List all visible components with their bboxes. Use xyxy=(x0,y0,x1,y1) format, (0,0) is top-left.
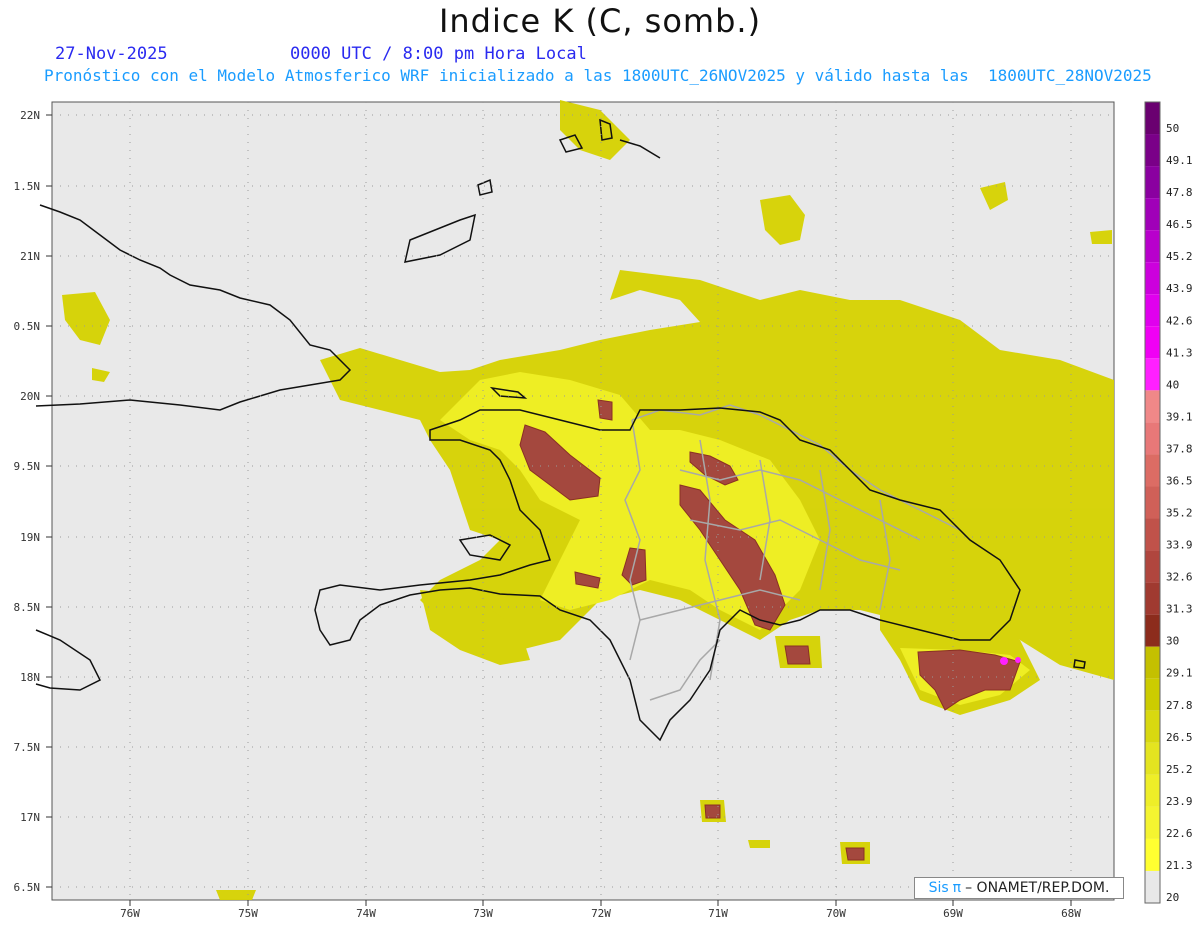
colorbar-label: 47.8 xyxy=(1166,186,1193,199)
lat-label: 1.5N xyxy=(14,180,41,193)
lon-label: 68W xyxy=(1061,907,1081,920)
colorbar-label: 46.5 xyxy=(1166,218,1193,231)
colorbar-label: 33.9 xyxy=(1166,539,1193,552)
credit-brand: Sis xyxy=(928,880,949,896)
colorbar-label: 23.9 xyxy=(1166,795,1193,808)
credit-box: Sis π – ONAMET/REP.DOM. xyxy=(914,877,1124,899)
colorbar-label: 29.1 xyxy=(1166,667,1193,680)
colorbar-swatch xyxy=(1145,294,1160,327)
lon-label: 74W xyxy=(356,907,376,920)
colorbar-label: 39.1 xyxy=(1166,410,1193,423)
colorbar-label: 40 xyxy=(1166,378,1179,391)
colorbar-swatch xyxy=(1145,550,1160,583)
longitude-labels: 76W 75W 74W 73W 72W 71W 70W 69W 68W xyxy=(120,907,1081,920)
colorbar-swatch xyxy=(1145,198,1160,231)
colorbar-swatch xyxy=(1145,134,1160,167)
lat-label: 7.5N xyxy=(14,741,41,754)
lat-label: 18N xyxy=(20,671,40,684)
colorbar-label: 50 xyxy=(1166,122,1179,135)
colorbar-label: 43.9 xyxy=(1166,282,1193,295)
colorbar-swatch xyxy=(1145,262,1160,295)
colorbar-label: 45.2 xyxy=(1166,250,1193,263)
colorbar-label: 26.5 xyxy=(1166,731,1193,744)
colorbar-swatch xyxy=(1145,742,1160,775)
colorbar-label: 49.1 xyxy=(1166,154,1193,167)
credit-pi: π xyxy=(952,880,962,896)
colorbar-swatch xyxy=(1145,774,1160,807)
colorbar-swatch xyxy=(1145,614,1160,647)
lon-label: 69W xyxy=(943,907,963,920)
colorbar-label: 42.6 xyxy=(1166,314,1193,327)
latitude-labels: 22N 1.5N 21N 0.5N 20N 9.5N 19N 8.5N 18N … xyxy=(14,109,41,894)
longitude-ticks xyxy=(129,900,1072,906)
colorbar-swatch xyxy=(1145,358,1160,391)
colorbar-label: 32.6 xyxy=(1166,571,1193,584)
colorbar-label: 36.5 xyxy=(1166,474,1193,487)
latitude-ticks xyxy=(46,114,52,888)
lon-label: 70W xyxy=(826,907,846,920)
colorbar-swatch xyxy=(1145,166,1160,199)
colorbar-label: 37.8 xyxy=(1166,442,1193,455)
lat-label: 0.5N xyxy=(14,320,41,333)
weather-map: 22N 1.5N 21N 0.5N 20N 9.5N 19N 8.5N 18N … xyxy=(14,100,1193,920)
lat-label: 21N xyxy=(20,250,40,263)
colorbar-label: 35.2 xyxy=(1166,507,1193,520)
colorbar-swatch xyxy=(1145,582,1160,615)
colorbar-swatch xyxy=(1145,518,1160,551)
colorbar-swatch xyxy=(1145,646,1160,679)
colorbar-legend: 50 49.1 47.8 46.5 45.2 43.9 42.6 41.3 40 39.1 37.8… xyxy=(1144,101,1193,904)
colorbar-swatch xyxy=(1145,838,1160,871)
colorbar-label: 30 xyxy=(1166,635,1179,648)
colorbar-swatch xyxy=(1145,806,1160,839)
colorbar-label: 22.6 xyxy=(1166,827,1193,840)
colorbar-swatch xyxy=(1145,454,1160,487)
lon-label: 76W xyxy=(120,907,140,920)
colorbar-label: 31.3 xyxy=(1166,603,1193,616)
colorbar-label: 25.2 xyxy=(1166,763,1193,776)
colorbar-swatch xyxy=(1145,486,1160,519)
colorbar-swatch xyxy=(1145,390,1160,423)
colorbar-swatch xyxy=(1145,422,1160,455)
lon-label: 73W xyxy=(473,907,493,920)
colorbar-label: 27.8 xyxy=(1166,699,1193,712)
colorbar-swatch xyxy=(1145,230,1160,263)
lat-label: 8.5N xyxy=(14,601,41,614)
lat-label: 19N xyxy=(20,531,40,544)
lon-label: 71W xyxy=(708,907,728,920)
credit-text: – ONAMET/REP.DOM. xyxy=(965,880,1110,896)
colorbar-swatch xyxy=(1145,678,1160,711)
lon-label: 72W xyxy=(591,907,611,920)
colorbar-label: 21.3 xyxy=(1166,859,1193,872)
colorbar-swatch xyxy=(1145,710,1160,743)
colorbar-label: 20 xyxy=(1166,891,1179,904)
colorbar-swatch xyxy=(1145,870,1160,903)
lat-label: 17N xyxy=(20,811,40,824)
lat-label: 6.5N xyxy=(14,881,41,894)
lat-label: 22N xyxy=(20,109,40,122)
lon-label: 75W xyxy=(238,907,258,920)
colorbar-swatch xyxy=(1145,102,1160,135)
lat-label: 9.5N xyxy=(14,460,41,473)
lat-label: 20N xyxy=(20,390,40,403)
colorbar-swatch xyxy=(1145,326,1160,359)
colorbar-label: 41.3 xyxy=(1166,346,1193,359)
